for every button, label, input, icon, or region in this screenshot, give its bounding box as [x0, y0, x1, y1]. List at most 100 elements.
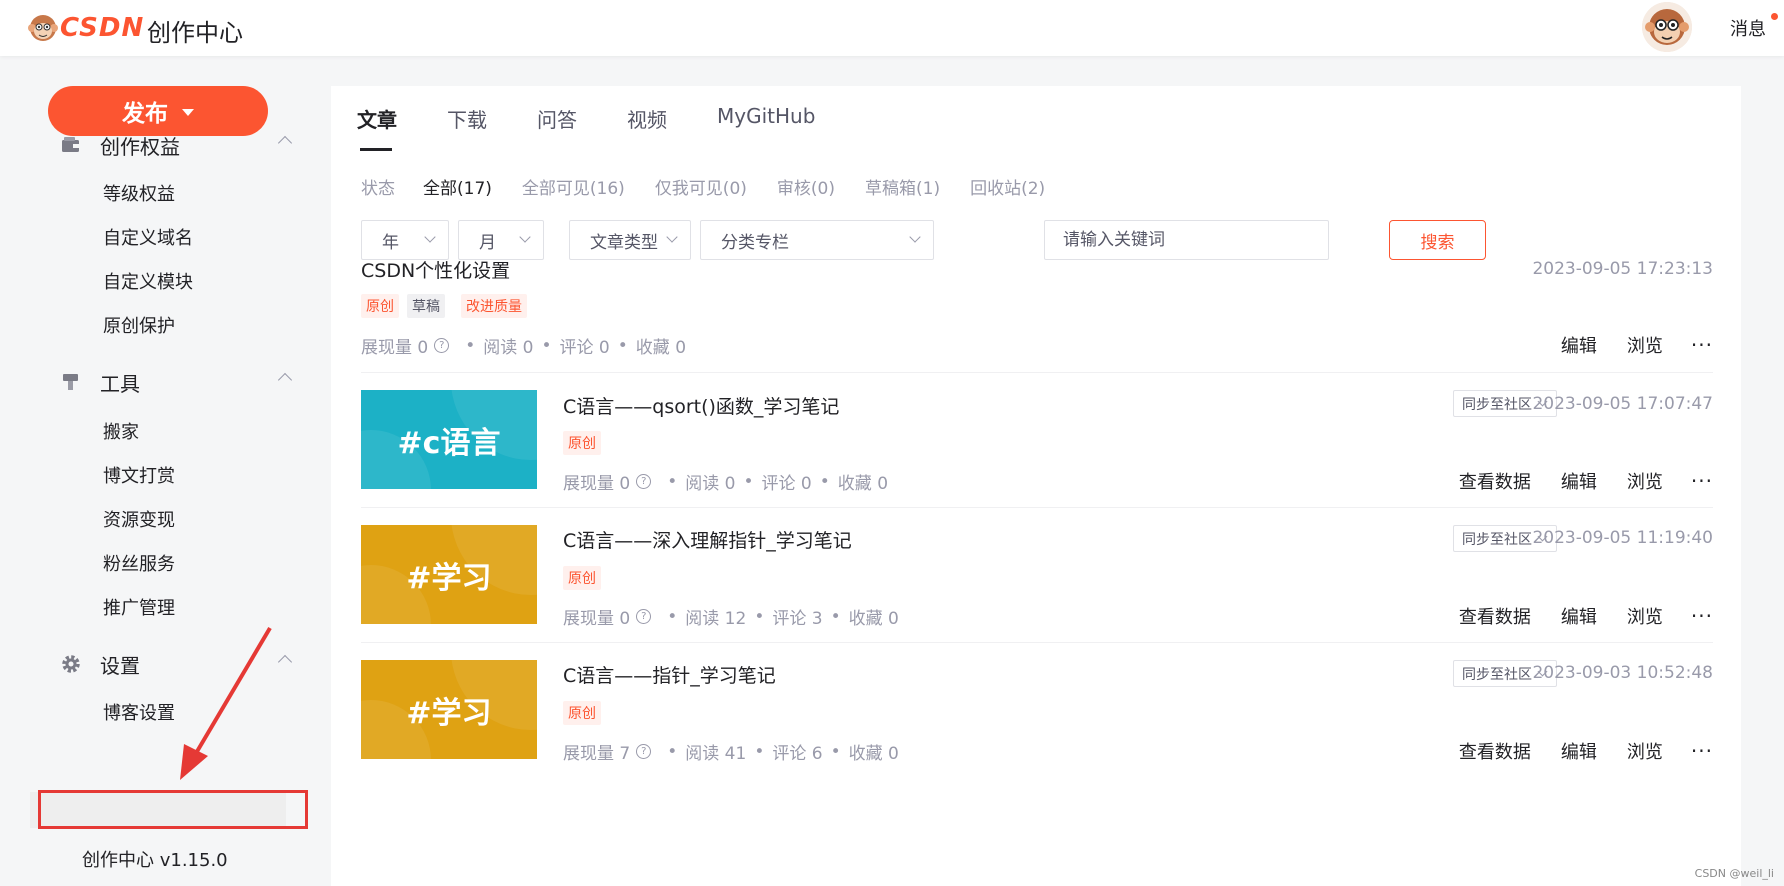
user-avatar[interactable]: [1642, 2, 1692, 52]
article-thumbnail[interactable]: #学习: [361, 525, 537, 624]
more-options-icon[interactable]: ···: [1691, 739, 1713, 763]
section-creation-rights[interactable]: 创作权益: [60, 130, 294, 160]
sidebar-item-tipping[interactable]: 博文打赏: [103, 462, 175, 488]
view-data-button[interactable]: 查看数据: [1459, 468, 1531, 494]
help-icon[interactable]: ?: [636, 744, 652, 759]
status-review[interactable]: 审核(0): [777, 174, 835, 199]
improve-quality-tag[interactable]: 改进质量: [461, 294, 527, 318]
view-data-button[interactable]: 查看数据: [1459, 603, 1531, 629]
article-time: 2023-09-05 17:23:13: [1532, 259, 1713, 279]
status-filter: 状态 全部(17) 全部可见(16) 仅我可见(0) 审核(0) 草稿箱(1) …: [361, 174, 1075, 199]
article-title[interactable]: CSDN个性化设置: [361, 256, 510, 283]
browse-button[interactable]: 浏览: [1627, 468, 1663, 494]
content-panel: 文章 下载 问答 视频 MyGitHub 状态 全部(17) 全部可见(16) …: [331, 86, 1741, 886]
tab-mygithub[interactable]: MyGitHub: [717, 104, 815, 141]
sidebar-item-promotion[interactable]: 推广管理: [103, 594, 175, 620]
chevron-up-icon[interactable]: [277, 654, 293, 670]
tab-qa[interactable]: 问答: [537, 104, 577, 141]
chevron-down-icon: [909, 231, 921, 243]
favs-stat: 收藏 0: [848, 744, 899, 764]
article-title[interactable]: C语言——深入理解指针_学习笔记: [563, 526, 852, 553]
more-options-icon[interactable]: ···: [1691, 604, 1713, 628]
section-label: 工具: [100, 371, 140, 396]
favs-stat: 收藏 0: [635, 338, 687, 358]
version-label: 创作中心 v1.15.0: [82, 850, 228, 871]
reads-stat: 阅读 0: [685, 474, 736, 494]
more-options-icon[interactable]: ···: [1691, 333, 1713, 357]
annotation-arrow-icon: [180, 626, 272, 780]
article-thumbnail[interactable]: #学习: [361, 660, 537, 759]
view-data-button[interactable]: 查看数据: [1459, 738, 1531, 764]
article-row: #学习 C语言——指针_学习笔记 同步至社区 2023-09-03 10:52:…: [361, 643, 1713, 778]
views-stat: 展现量 0: [563, 609, 631, 629]
stats-separator: •: [667, 471, 678, 492]
annotation-highlight-box: [38, 790, 308, 829]
status-all[interactable]: 全部(17): [423, 174, 492, 199]
caret-down-icon[interactable]: [182, 108, 194, 116]
sidebar-item-level-rights[interactable]: 等级权益: [103, 180, 175, 206]
reads-stat: 阅读 12: [685, 609, 747, 629]
help-icon[interactable]: ?: [636, 474, 652, 489]
tab-downloads[interactable]: 下载: [447, 104, 487, 141]
tab-articles[interactable]: 文章: [357, 104, 397, 141]
article-tags: 原创: [563, 566, 601, 590]
section-tools[interactable]: 工具: [60, 367, 294, 397]
help-icon[interactable]: ?: [636, 609, 652, 624]
article-actions: 编辑 浏览 ···: [1531, 332, 1713, 358]
top-header: CSDN 创作中心 消息: [0, 0, 1784, 56]
status-trash[interactable]: 回收站(2): [970, 174, 1045, 199]
article-stats: 展现量 7? • 阅读 41 • 评论 6 • 收藏 0: [563, 739, 899, 765]
csdn-logo[interactable]: CSDN: [28, 10, 144, 46]
edit-button[interactable]: 编辑: [1561, 603, 1597, 629]
wallet-icon: [62, 137, 79, 152]
section-label: 创作权益: [100, 134, 180, 159]
stats-separator: •: [754, 741, 765, 762]
browse-button[interactable]: 浏览: [1627, 332, 1663, 358]
chevron-up-icon[interactable]: [277, 135, 293, 151]
article-title[interactable]: C语言——qsort()函数_学习笔记: [563, 392, 839, 419]
article-title[interactable]: C语言——指针_学习笔记: [563, 661, 776, 688]
chevron-up-icon[interactable]: [277, 372, 293, 388]
status-private[interactable]: 仅我可见(0): [655, 174, 747, 199]
chevron-down-icon: [424, 231, 436, 243]
stats-separator: •: [465, 335, 476, 356]
comments-stat: 评论 0: [761, 474, 812, 494]
article-thumbnail[interactable]: #c语言: [361, 390, 537, 489]
tab-videos[interactable]: 视频: [627, 104, 667, 141]
avatar-monkey-icon: [1642, 2, 1692, 52]
sidebar-item-blog-settings[interactable]: 博客设置: [103, 699, 175, 725]
sidebar-item-original-protection[interactable]: 原创保护: [103, 312, 175, 338]
status-drafts[interactable]: 草稿箱(1): [865, 174, 940, 199]
article-stats: 展现量 0? • 阅读 12 • 评论 3 • 收藏 0: [563, 604, 899, 630]
sidebar-item-custom-module[interactable]: 自定义模块: [103, 268, 193, 294]
publish-button[interactable]: 发布: [48, 86, 268, 136]
stats-separator: •: [667, 606, 678, 627]
original-tag: 原创: [563, 701, 601, 725]
sidebar-item-monetize[interactable]: 资源变现: [103, 506, 175, 532]
article-tags: 原创 草稿 改进质量: [361, 294, 527, 318]
thumbnail-text: #学习: [406, 560, 492, 596]
thumbnail-text: #c语言: [397, 425, 501, 461]
messages-link[interactable]: 消息: [1730, 15, 1766, 41]
stats-separator: •: [754, 606, 765, 627]
monkey-logo-icon: [28, 15, 58, 41]
sidebar-item-custom-domain[interactable]: 自定义域名: [103, 224, 193, 250]
help-icon[interactable]: ?: [434, 338, 450, 353]
edit-button[interactable]: 编辑: [1561, 468, 1597, 494]
status-public[interactable]: 全部可见(16): [522, 174, 625, 199]
article-time: 2023-09-05 11:19:40: [1532, 528, 1713, 548]
original-tag: 原创: [361, 294, 399, 318]
more-options-icon[interactable]: ···: [1691, 469, 1713, 493]
comments-stat: 评论 3: [772, 609, 823, 629]
browse-button[interactable]: 浏览: [1627, 738, 1663, 764]
gear-icon: [62, 655, 80, 673]
original-tag: 原创: [563, 431, 601, 455]
sync-label: 同步至社区: [1462, 396, 1532, 413]
article-time: 2023-09-05 17:07:47: [1532, 394, 1713, 414]
browse-button[interactable]: 浏览: [1627, 603, 1663, 629]
edit-button[interactable]: 编辑: [1561, 332, 1597, 358]
sidebar-item-migration[interactable]: 搬家: [103, 418, 139, 444]
edit-button[interactable]: 编辑: [1561, 738, 1597, 764]
app-title: 创作中心: [147, 19, 243, 47]
sidebar-item-fan-service[interactable]: 粉丝服务: [103, 550, 175, 576]
